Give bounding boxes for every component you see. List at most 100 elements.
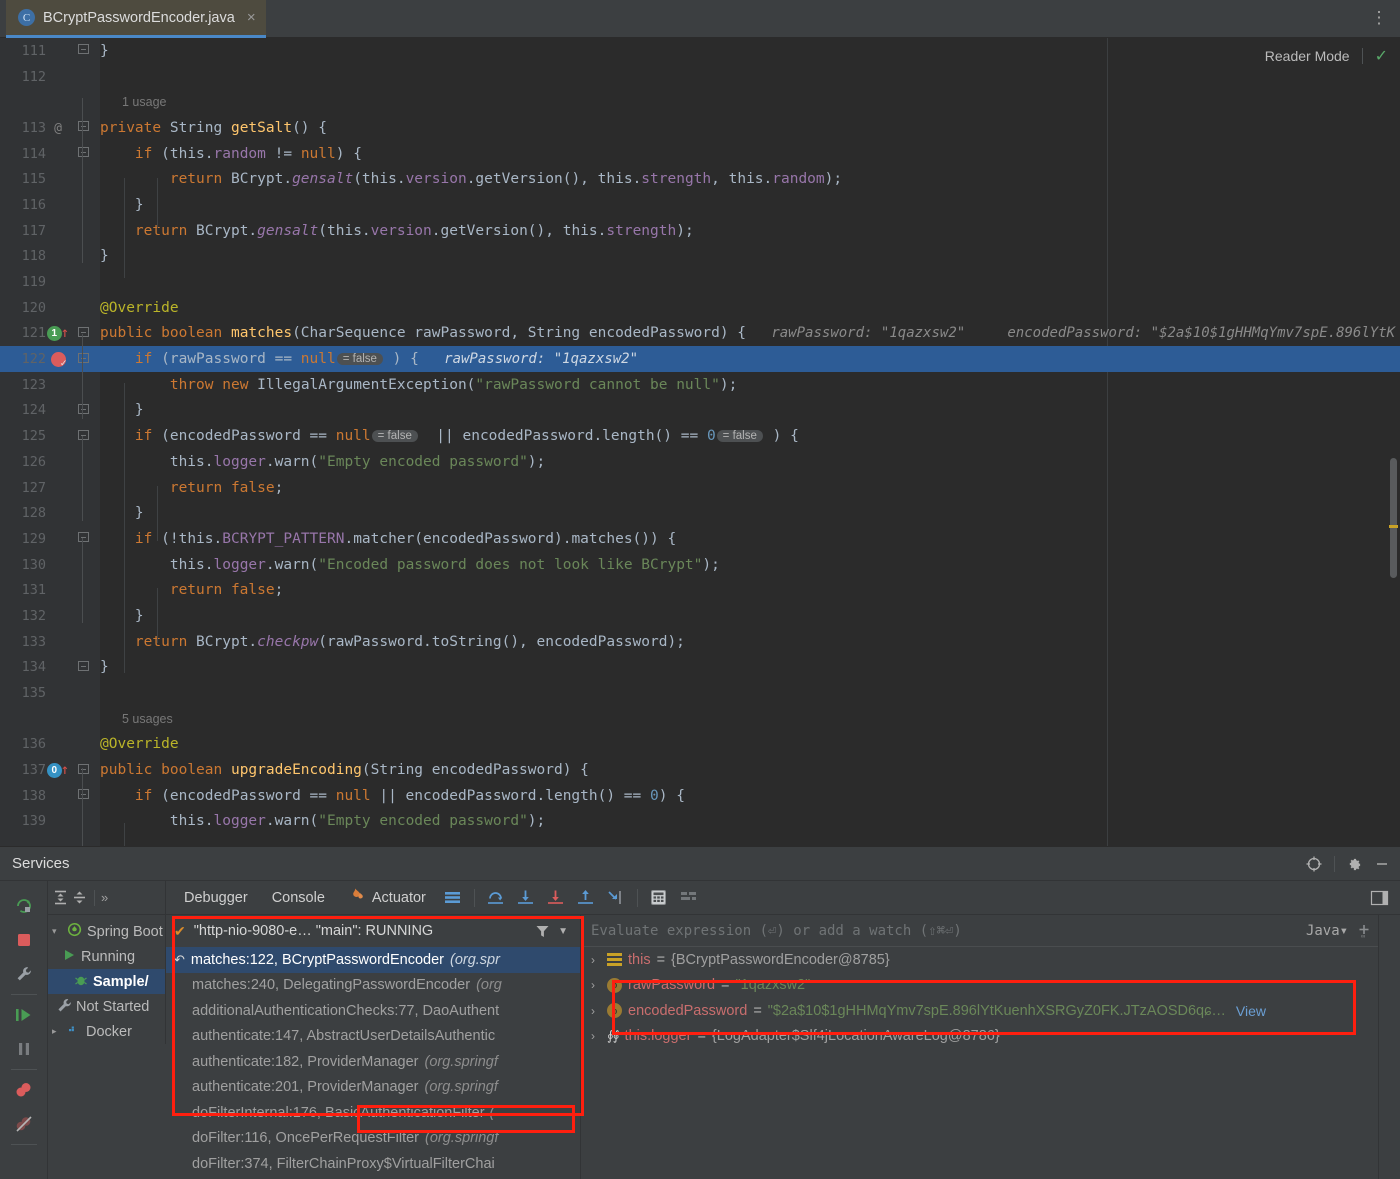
variable-row-logger[interactable]: › ∮∮ this.logger = {LogAdapter$Slf4jLoca… [581, 1024, 1400, 1050]
code-line[interactable]: 115 return BCrypt.gensalt(this.version.g… [0, 166, 1400, 192]
usage-hint-row[interactable]: 1 usage [0, 89, 1400, 115]
evaluate-expression-bar[interactable]: Evaluate expression (⏎) or add a watch (… [581, 915, 1400, 947]
code-line[interactable]: 136 @Override [0, 732, 1400, 758]
rerun-icon[interactable] [9, 889, 39, 923]
tree-item-not-started[interactable]: Not Started [48, 994, 165, 1019]
implementation-marker-icon[interactable]: 0 ↑ [46, 762, 70, 778]
editor-tab-bcryptpasswordencoder[interactable]: C BCryptPasswordEncoder.java × [6, 0, 266, 38]
code-line[interactable]: 119 [0, 269, 1400, 295]
tree-item-spring-boot[interactable]: ▾ Spring Boot [48, 919, 165, 944]
code-line[interactable]: 137 0 ↑ public boolean upgradeEncoding(St… [0, 757, 1400, 783]
inline-value-badge[interactable]: = false [371, 430, 418, 443]
code-line[interactable]: 124 } [0, 398, 1400, 424]
chevron-right-icon[interactable]: › [591, 978, 601, 992]
tree-item-docker[interactable]: ▸ Docker [48, 1019, 165, 1044]
code-line[interactable]: 135 [0, 680, 1400, 706]
fold-icon[interactable] [76, 403, 90, 417]
code-line[interactable]: 130 this.logger.warn("Encoded password d… [0, 552, 1400, 578]
fold-icon[interactable] [76, 147, 90, 160]
frame-row[interactable]: matches:240, DelegatingPasswordEncoder (… [166, 973, 580, 999]
close-icon[interactable]: × [247, 9, 256, 26]
variable-row-rawpassword[interactable]: › p rawPassword = "1qazxsw2" [581, 973, 1400, 999]
code-line[interactable]: 134 } [0, 655, 1400, 681]
fold-icon[interactable] [76, 352, 90, 366]
step-into-icon[interactable] [511, 884, 541, 912]
expand-all-icon[interactable] [52, 889, 69, 906]
chevron-right-icon[interactable]: ▸ [52, 1026, 62, 1037]
code-line[interactable]: 138 if (encodedPassword == null || encod… [0, 783, 1400, 809]
layout-icon[interactable] [438, 884, 468, 912]
variable-row-this[interactable]: › this = {BCryptPasswordEncoder@8785} [581, 947, 1400, 973]
wrench-icon[interactable] [9, 957, 39, 991]
code-line[interactable]: 113 @ private String getSalt() { [0, 115, 1400, 141]
step-out-icon[interactable] [571, 884, 601, 912]
chevron-right-icon[interactable]: › [591, 953, 601, 967]
code-line[interactable]: 127 return false; [0, 475, 1400, 501]
tab-console[interactable]: Console [260, 890, 337, 906]
fold-icon[interactable] [76, 763, 90, 777]
code-line[interactable]: 117 return BCrypt.gensalt(this.version.g… [0, 218, 1400, 244]
fold-icon[interactable] [76, 429, 90, 443]
services-tree[interactable]: ▾ Spring Boot Running Sample/ Not Starte… [48, 915, 166, 1044]
pause-icon[interactable] [9, 1032, 39, 1066]
chevrons-right-icon[interactable]: » [101, 890, 108, 905]
code-line[interactable]: 116 } [0, 192, 1400, 218]
tab-actuator[interactable]: Actuator [337, 887, 438, 908]
minimize-icon[interactable] [1374, 856, 1390, 872]
step-over-icon[interactable] [481, 884, 511, 912]
code-line[interactable]: 125 if (encodedPassword == null = false |… [0, 423, 1400, 449]
tree-item-sample-app[interactable]: Sample/ [48, 969, 165, 994]
code-line[interactable]: 139 this.logger.warn("Empty encoded pass… [0, 809, 1400, 835]
settings-layout-icon[interactable] [674, 884, 704, 912]
fold-icon[interactable] [76, 121, 90, 134]
fold-icon[interactable] [76, 44, 90, 57]
evaluate-icon[interactable] [644, 884, 674, 912]
code-line[interactable]: 112 [0, 64, 1400, 90]
chevron-right-icon[interactable]: › [591, 1004, 601, 1018]
evaluate-input-placeholder[interactable]: Evaluate expression (⏎) or add a watch (… [591, 923, 1298, 939]
fold-icon[interactable] [76, 660, 90, 674]
variables-panel[interactable]: Evaluate expression (⏎) or add a watch (… [581, 915, 1400, 1179]
breakpoint-icon[interactable] [46, 351, 70, 369]
usage-hint-label[interactable]: 5 usages [122, 712, 173, 726]
frame-row[interactable]: authenticate:182, ProviderManager (org.s… [166, 1049, 580, 1075]
tab-debugger[interactable]: Debugger [172, 890, 260, 906]
chevron-right-icon[interactable]: › [591, 1029, 601, 1043]
tree-item-running[interactable]: Running [48, 944, 165, 969]
chevron-down-icon[interactable]: ▼ [558, 926, 568, 937]
frame-row[interactable]: ↶ matches:122, BCryptPasswordEncoder (or… [166, 947, 580, 973]
frame-row[interactable]: additionalAuthenticationChecks:77, DaoAu… [166, 998, 580, 1024]
gear-icon[interactable] [1347, 857, 1362, 872]
code-line[interactable]: 132 } [0, 603, 1400, 629]
code-editor[interactable]: Reader Mode ✓ 111 } 112 1 usage 113 @ pr… [0, 38, 1400, 846]
code-line[interactable]: 121 1 ↑ public boolean matches(CharSequen… [0, 321, 1400, 347]
chevron-down-icon[interactable]: ▾ [52, 926, 62, 937]
more-options-icon[interactable]: ⋮ [1370, 9, 1388, 29]
code-line[interactable]: 111 } [0, 38, 1400, 64]
code-lines[interactable]: 111 } 112 1 usage 113 @ private String g… [0, 38, 1400, 846]
code-line[interactable]: 128 } [0, 500, 1400, 526]
frames-panel[interactable]: ✔ "http-nio-9080-e… "main": RUNNING ▼ ↶ … [166, 915, 581, 1179]
usage-hint-row[interactable]: 5 usages [0, 706, 1400, 732]
inline-value-badge[interactable]: = false [336, 353, 383, 366]
code-line[interactable]: 126 this.logger.warn("Empty encoded pass… [0, 449, 1400, 475]
view-link[interactable]: View [1236, 1003, 1266, 1019]
thread-selector[interactable]: ✔ "http-nio-9080-e… "main": RUNNING ▼ [166, 915, 580, 947]
code-line-current-execution[interactable]: 122 if (rawPassword == null= false ) { r… [0, 346, 1400, 372]
frame-row-basicauthfilter[interactable]: doFilterInternal:176, BasicAuthenticatio… [166, 1100, 580, 1126]
fold-icon[interactable] [76, 532, 90, 545]
language-selector[interactable]: Java▾ [1306, 923, 1348, 939]
resume-icon[interactable] [9, 998, 39, 1032]
frame-row[interactable]: doFilter:374, FilterChainProxy$VirtualFi… [166, 1151, 580, 1177]
frame-row[interactable]: doFilter:116, OncePerRequestFilter (org.… [166, 1126, 580, 1152]
fold-icon[interactable] [76, 326, 90, 340]
usage-hint-label[interactable]: 1 usage [122, 95, 166, 109]
mute-breakpoints-icon[interactable] [9, 1107, 39, 1141]
panel-layout-icon[interactable] [1364, 884, 1394, 912]
frame-row[interactable]: authenticate:201, ProviderManager (org.s… [166, 1075, 580, 1101]
collapse-all-icon[interactable] [71, 889, 88, 906]
override-marker-icon[interactable]: @ [46, 120, 70, 136]
breakpoints-icon[interactable] [9, 1073, 39, 1107]
variable-row-encodedpassword[interactable]: › p encodedPassword = "$2a$10$1gHHMqYmv7… [581, 998, 1400, 1024]
force-step-into-icon[interactable] [541, 884, 571, 912]
